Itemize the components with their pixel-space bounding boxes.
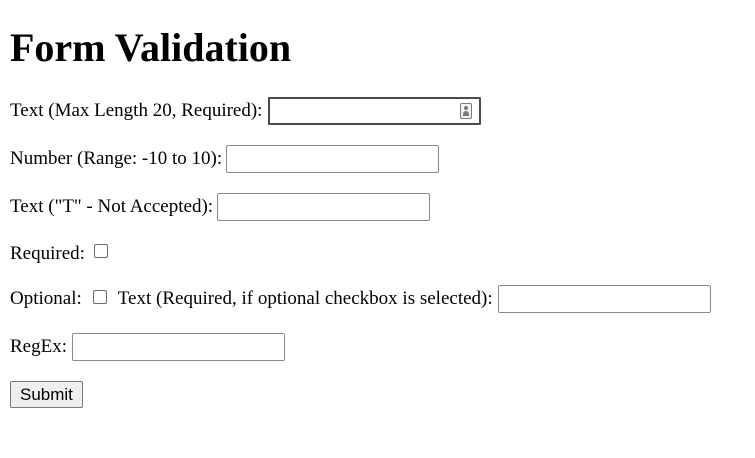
optional-checkbox[interactable] (92, 290, 107, 304)
number-input[interactable] (226, 145, 440, 173)
required-row: Required: (10, 240, 108, 268)
required-checkbox[interactable] (93, 244, 108, 258)
conditional-text-label: Text (Required, if optional checkbox is … (117, 288, 493, 309)
contact-card-icon[interactable] (460, 103, 473, 119)
text-not-t-input[interactable] (217, 193, 431, 221)
text-max20-row: Text (Max Length 20, Required): (10, 97, 482, 125)
text-not-t-row: Text ("T" - Not Accepted): (10, 193, 431, 221)
submit-button[interactable]: Submit (10, 381, 83, 408)
optional-row: Optional: Text (Required, if optional ch… (10, 285, 711, 313)
required-label: Required: (10, 243, 85, 264)
text-not-t-label: Text ("T" - Not Accepted): (10, 196, 214, 217)
text-max20-input[interactable] (268, 97, 482, 125)
regex-label: RegEx: (10, 336, 67, 357)
regex-input[interactable] (72, 333, 285, 361)
page-title: Form Validation (10, 25, 292, 70)
conditional-text-input[interactable] (497, 285, 711, 313)
optional-label: Optional: (10, 288, 82, 309)
text-max20-label: Text (Max Length 20, Required): (10, 100, 263, 121)
number-row: Number (Range: -10 to 10): (10, 145, 440, 173)
regex-row: RegEx: (10, 333, 285, 361)
number-label: Number (Range: -10 to 10): (10, 148, 223, 169)
